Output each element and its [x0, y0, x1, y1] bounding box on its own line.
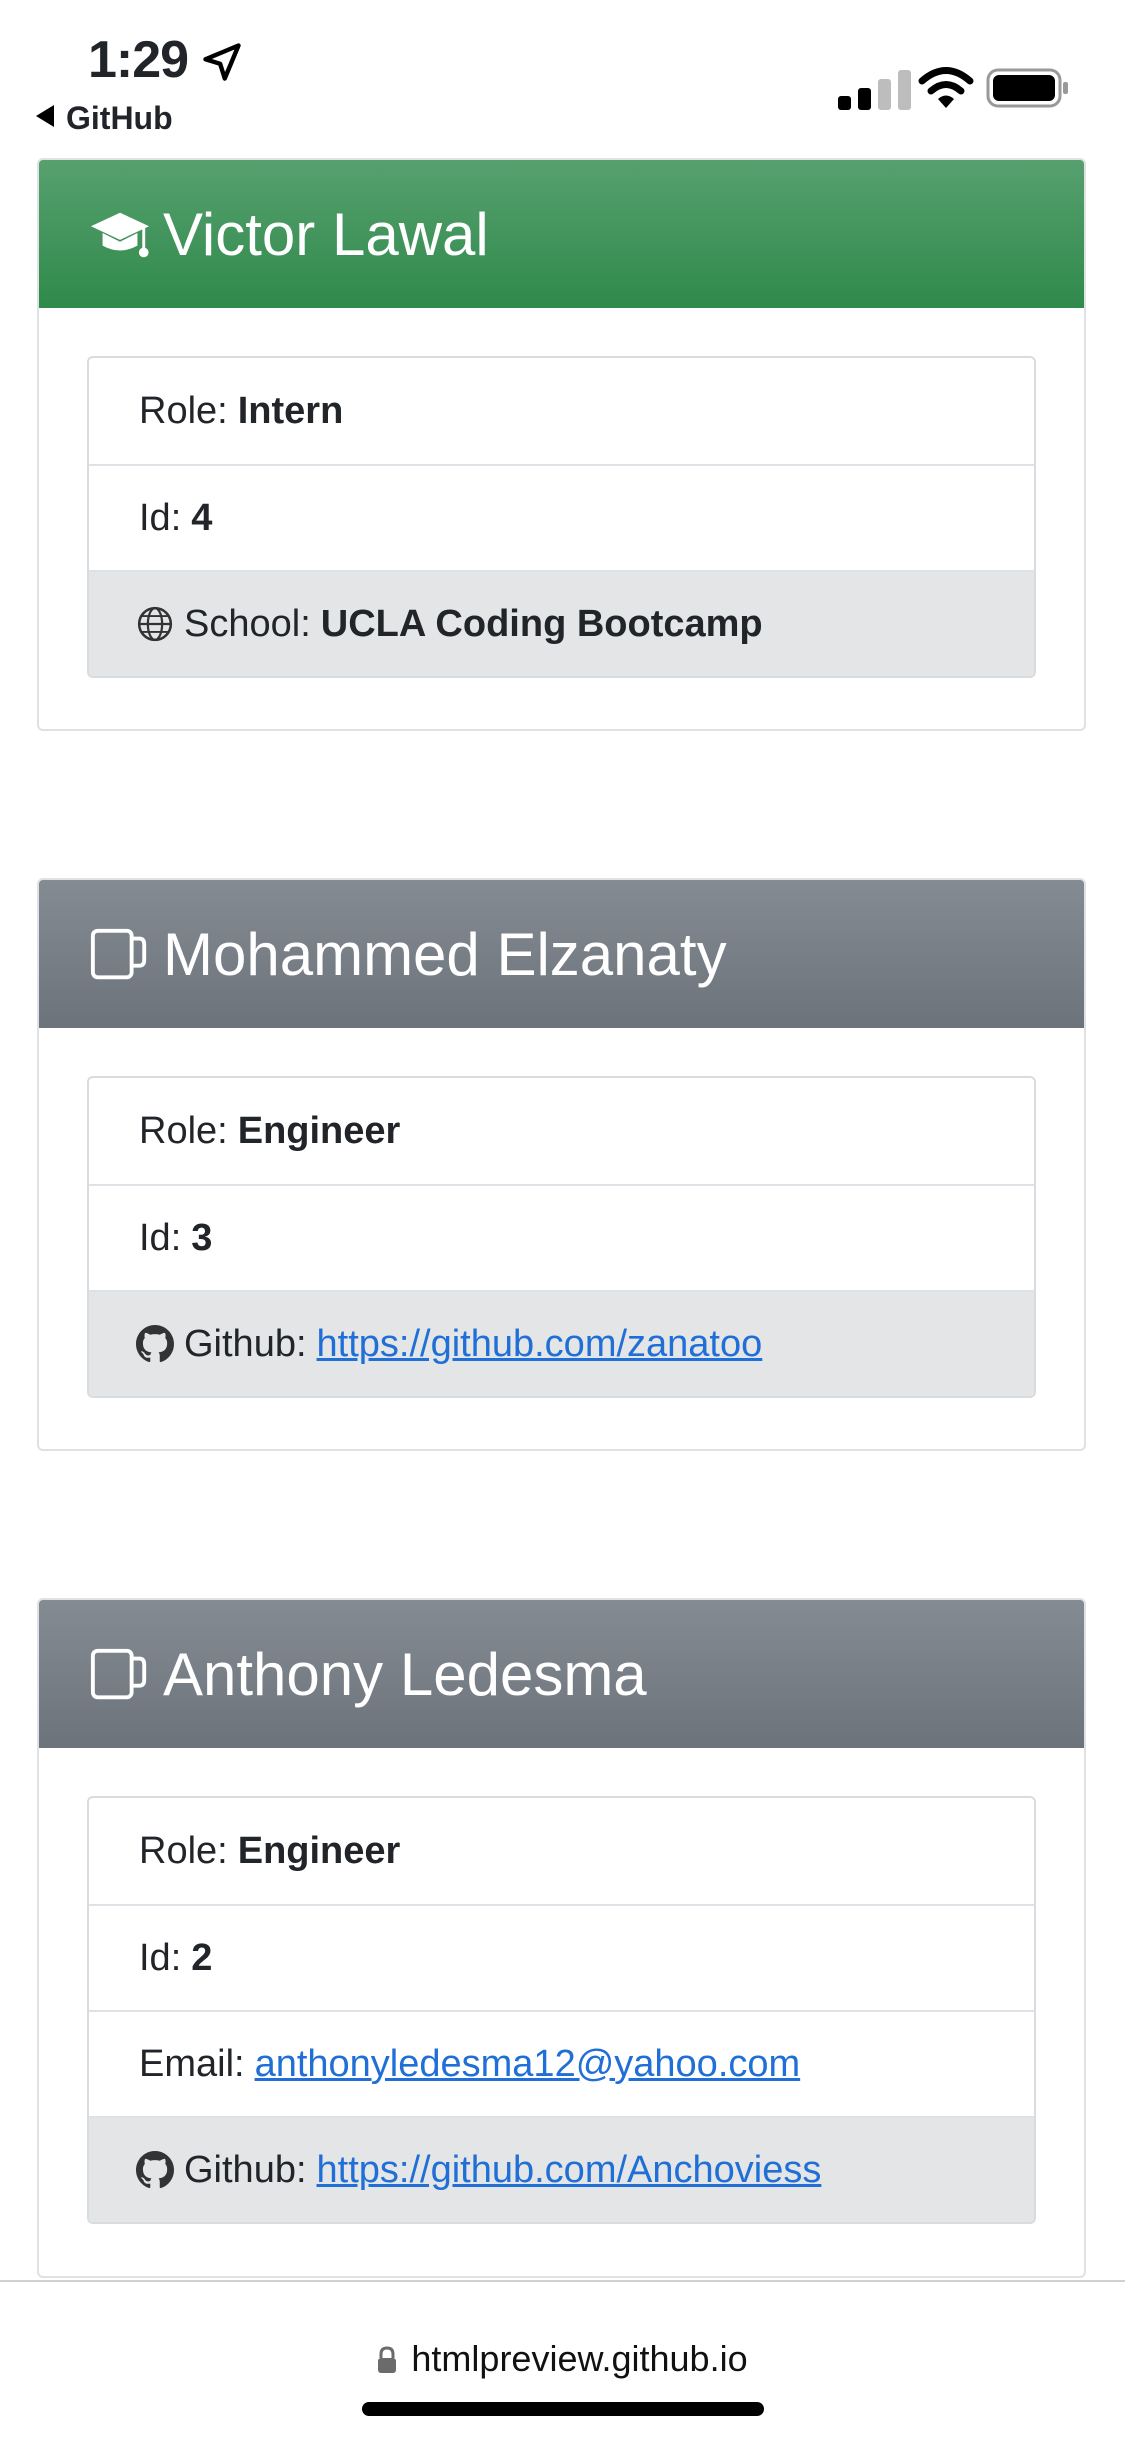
- github-row: Github: https://github.com/Anchoviess: [89, 2116, 1034, 2222]
- school-row: School: UCLA Coding Bootcamp: [89, 570, 1034, 676]
- mug-icon: [90, 1648, 147, 1700]
- wifi-icon: [918, 67, 974, 108]
- back-arrow-icon: [36, 105, 54, 127]
- github-label: Github:: [184, 2148, 307, 2191]
- github-link[interactable]: https://github.com/Anchoviess: [317, 2149, 822, 2192]
- status-time: 1:29: [88, 31, 189, 89]
- info-list: Role: Engineer Id: 2 Email: anthonyledesma1…: [87, 1796, 1036, 2224]
- employee-name: Victor Lawal: [163, 200, 489, 268]
- address-bar[interactable]: htmlpreview.github.io: [0, 2338, 1125, 2380]
- location-arrow-icon: [203, 43, 241, 81]
- card-body: Role: Engineer Id: 3 Github: https://github…: [39, 1028, 1084, 1446]
- github-link[interactable]: https://github.com/zanatoo: [317, 1323, 763, 1366]
- id-value: 2: [191, 1936, 213, 1979]
- lock-icon: [378, 2346, 397, 2373]
- email-link[interactable]: anthonyledesma12@yahoo.com: [255, 2043, 801, 2086]
- role-label: Role:: [139, 389, 228, 432]
- globe-icon: [137, 606, 173, 642]
- id-value: 3: [191, 1216, 213, 1259]
- card-body: Role: Intern Id: 4 School: UCLA Coding Boot…: [39, 308, 1084, 726]
- battery-icon: [986, 68, 1068, 108]
- role-row: Role: Engineer: [89, 1078, 1034, 1184]
- graduation-cap-icon: [90, 212, 150, 258]
- status-bar: 1:29 GitHub: [0, 0, 1125, 150]
- role-label: Role:: [139, 1829, 228, 1872]
- home-indicator[interactable]: [362, 2402, 764, 2416]
- back-link-label: GitHub: [66, 100, 173, 136]
- url-text: htmlpreview.github.io: [411, 2338, 748, 2379]
- info-list: Role: Intern Id: 4 School: UCLA Coding Boot…: [87, 356, 1036, 678]
- id-row: Id: 3: [89, 1184, 1034, 1290]
- id-value: 4: [191, 496, 213, 539]
- school-label: School:: [184, 602, 311, 645]
- card-header: Anthony Ledesma: [39, 1600, 1084, 1748]
- card-body: Role: Engineer Id: 2 Email: anthonyledesma1…: [39, 1748, 1084, 2272]
- id-label: Id:: [139, 496, 182, 539]
- github-label: Github:: [184, 1322, 307, 1365]
- mug-icon: [90, 928, 147, 980]
- email-row: Email: anthonyledesma12@yahoo.com: [89, 2010, 1034, 2116]
- role-row: Role: Engineer: [89, 1798, 1034, 1904]
- info-list: Role: Engineer Id: 3 Github: https://github…: [87, 1076, 1036, 1398]
- id-row: Id: 2: [89, 1904, 1034, 2010]
- github-icon: [136, 1325, 174, 1363]
- employee-name: Mohammed Elzanaty: [163, 920, 727, 988]
- back-to-github-link[interactable]: GitHub: [36, 100, 173, 137]
- role-label: Role:: [139, 1109, 228, 1152]
- id-label: Id:: [139, 1936, 182, 1979]
- id-label: Id:: [139, 1216, 182, 1259]
- role-value: Engineer: [237, 1109, 401, 1152]
- role-value: Engineer: [237, 1829, 401, 1872]
- role-row: Role: Intern: [89, 358, 1034, 464]
- github-icon: [136, 2151, 174, 2189]
- card-header: Mohammed Elzanaty: [39, 880, 1084, 1028]
- email-label: Email:: [139, 2042, 245, 2085]
- id-row: Id: 4: [89, 464, 1034, 570]
- school-value: UCLA Coding Bootcamp: [320, 602, 763, 645]
- employee-name: Anthony Ledesma: [163, 1640, 647, 1708]
- github-row: Github: https://github.com/zanatoo: [89, 1290, 1034, 1396]
- cellular-signal-icon: [838, 70, 911, 110]
- employee-card: Victor Lawal Role: Intern Id: 4 School: UCL…: [37, 158, 1086, 731]
- role-value: Intern: [237, 389, 344, 432]
- employee-card: Mohammed Elzanaty Role: Engineer Id: 3 Git…: [37, 878, 1086, 1451]
- card-header: Victor Lawal: [39, 160, 1084, 308]
- employee-card: Anthony Ledesma Role: Engineer Id: 2 Email…: [37, 1598, 1086, 2278]
- browser-bottom-bar: htmlpreview.github.io: [0, 2280, 1125, 2438]
